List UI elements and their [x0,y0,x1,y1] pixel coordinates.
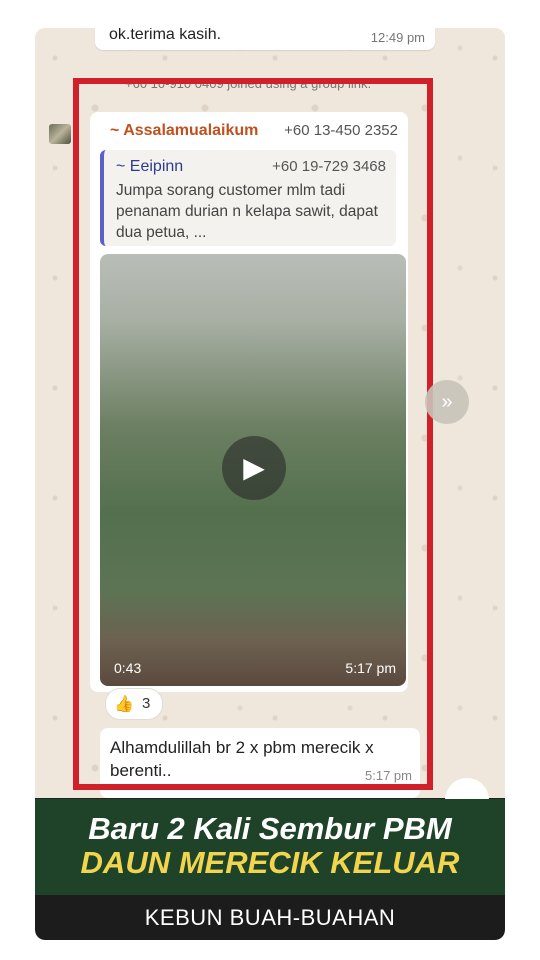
chat-screenshot: ok.terima kasih. 12:49 pm +60 10-910 040… [35,28,505,822]
footer-banner: KEBUN BUAH-BUAHAN [35,895,505,940]
post-frame: ok.terima kasih. 12:49 pm +60 10-910 040… [35,28,505,940]
prev-message-time: 12:49 pm [370,30,425,45]
footer-label: KEBUN BUAH-BUAHAN [144,905,396,930]
caption-banner: Baru 2 Kali Sembur PBM DAUN MERECIK KELU… [35,799,505,895]
prev-message-bubble: ok.terima kasih. 12:49 pm [95,28,435,50]
prev-message-text: ok.terima kasih. [109,28,222,43]
caption-line-1: Baru 2 Kali Sembur PBM [88,811,452,846]
caption-line-2: DAUN MERECIK KELUAR [80,845,460,880]
sender-avatar[interactable] [49,124,71,144]
highlight-frame [73,78,433,790]
forward-icon[interactable]: » [425,380,469,424]
